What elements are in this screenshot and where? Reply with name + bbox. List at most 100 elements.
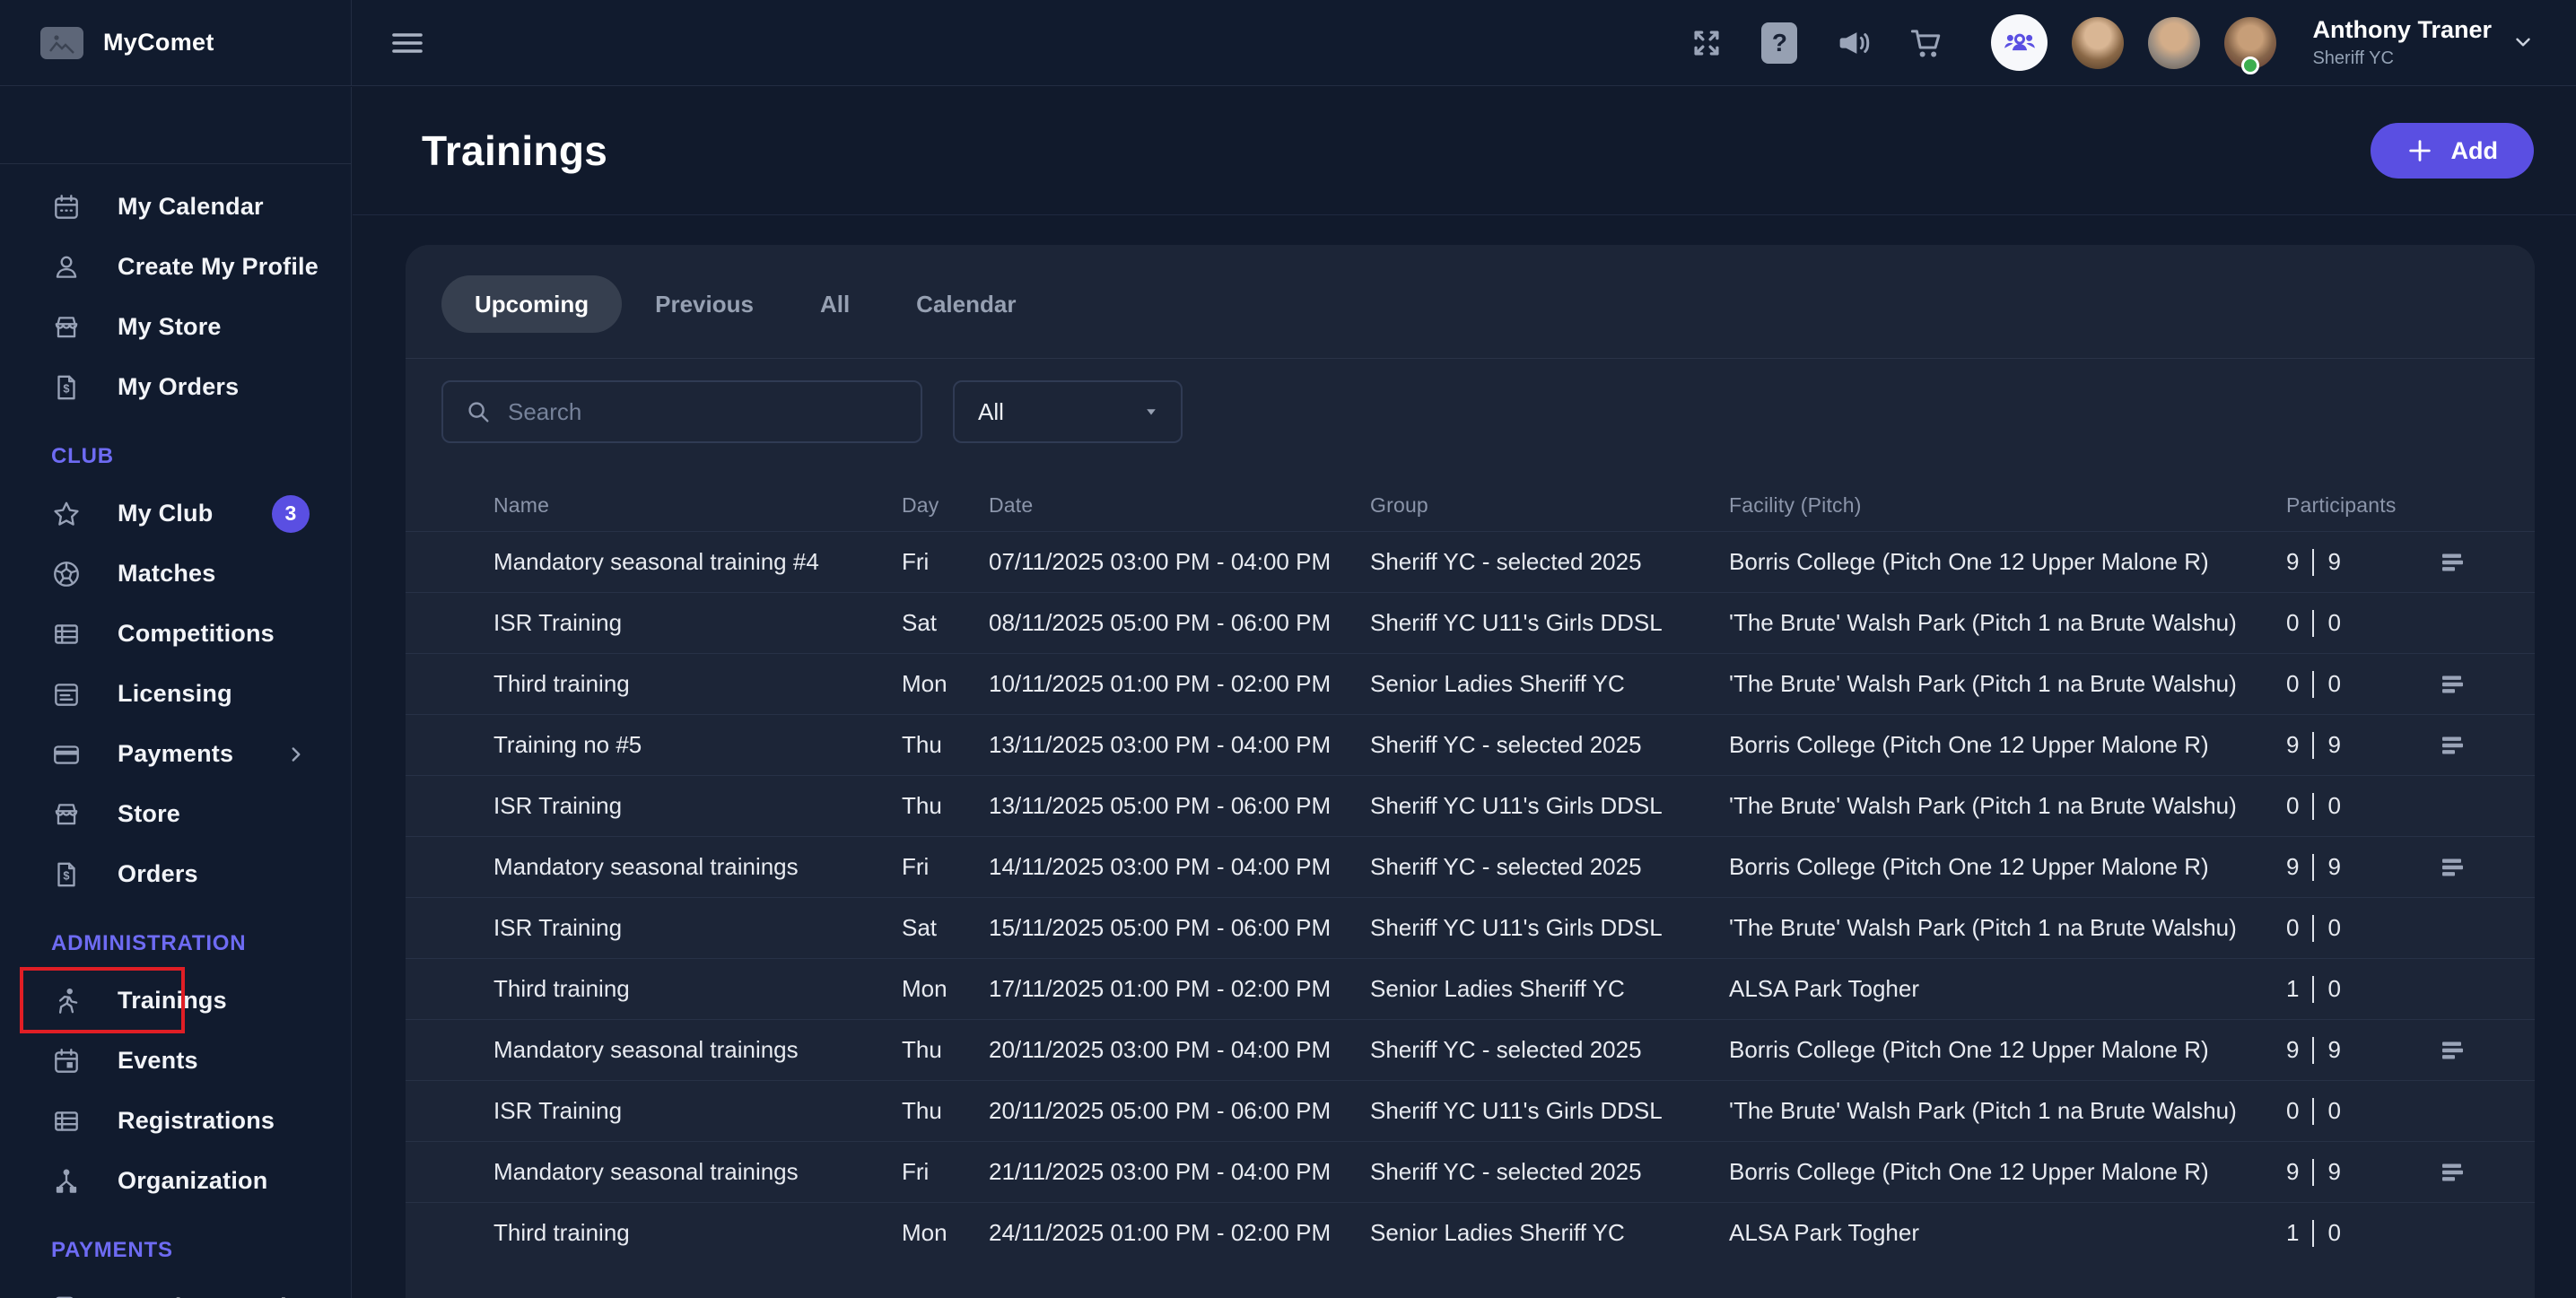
- attendance-list-icon[interactable]: [2439, 1158, 2467, 1187]
- table-row[interactable]: ISR TrainingSat08/11/2025 05:00 PM - 06:…: [406, 592, 2535, 653]
- attendance-list-icon[interactable]: [2439, 1036, 2467, 1065]
- sidebar-item-my-calendar[interactable]: My Calendar: [0, 177, 351, 237]
- trainings-table: NameDayDateGroupFacility (Pitch)Particip…: [406, 479, 2535, 1263]
- user-menu[interactable]: Anthony Traner Sheriff YC: [2312, 16, 2535, 68]
- table-row[interactable]: Mandatory seasonal training #4Fri07/11/2…: [406, 531, 2535, 592]
- tab-all[interactable]: All: [787, 275, 883, 333]
- table-row[interactable]: Third trainingMon17/11/2025 01:00 PM - 0…: [406, 958, 2535, 1019]
- sidebar-item-payments[interactable]: Payments: [0, 724, 351, 784]
- topbar: MyComet ? Anthony Traner Sheriff YC: [0, 0, 2576, 86]
- logo-image-placeholder-icon: [40, 27, 83, 59]
- cell-day: Fri: [902, 1158, 989, 1186]
- participants-confirmed: 9: [2286, 853, 2299, 881]
- table-row[interactable]: Training no #5Thu13/11/2025 03:00 PM - 0…: [406, 714, 2535, 775]
- tab-upcoming[interactable]: Upcoming: [441, 275, 622, 333]
- topbar-actions: ?: [1690, 22, 1944, 64]
- sidebar-item-trainings[interactable]: Trainings: [0, 971, 351, 1031]
- table-body: Mandatory seasonal training #4Fri07/11/2…: [406, 531, 2535, 1263]
- table-row[interactable]: Mandatory seasonal trainingsFri14/11/202…: [406, 836, 2535, 897]
- sidebar-item-label: Organization: [118, 1167, 267, 1195]
- participants-separator: [2312, 1159, 2314, 1186]
- participants-separator: [2312, 1037, 2314, 1064]
- menu-icon[interactable]: [390, 30, 424, 57]
- cell-date: 24/11/2025 01:00 PM - 02:00 PM: [989, 1219, 1370, 1247]
- tab-previous[interactable]: Previous: [622, 275, 787, 333]
- avatar[interactable]: [2148, 17, 2200, 69]
- sidebar-item-my-orders[interactable]: $My Orders: [0, 357, 351, 417]
- brand: MyComet: [0, 0, 352, 85]
- participants-separator: [2312, 793, 2314, 820]
- sidebar-item-events[interactable]: Events: [0, 1031, 351, 1091]
- participants-total: 0: [2327, 1219, 2340, 1247]
- attendance-list-icon[interactable]: [2439, 731, 2467, 760]
- sidebar-item-store[interactable]: Store: [0, 784, 351, 844]
- table-row[interactable]: Mandatory seasonal trainingsThu20/11/202…: [406, 1019, 2535, 1080]
- search-input[interactable]: [508, 398, 921, 426]
- card-icon: [51, 739, 82, 770]
- participants-confirmed: 0: [2286, 1097, 2299, 1125]
- avatar[interactable]: [2224, 17, 2276, 69]
- table-row[interactable]: ISR TrainingThu20/11/2025 05:00 PM - 06:…: [406, 1080, 2535, 1141]
- participants-separator: [2312, 1098, 2314, 1125]
- sidebar-item-label: Trainings: [118, 987, 227, 1015]
- participants-total: 9: [2327, 548, 2340, 576]
- announcements-icon[interactable]: [1835, 25, 1871, 61]
- table-icon: [51, 619, 82, 649]
- help-icon[interactable]: ?: [1761, 22, 1797, 64]
- sidebar-item-merchant-settings[interactable]: Merchant Settings: [0, 1277, 351, 1298]
- cell-group: Sheriff YC - selected 2025: [1370, 1036, 1729, 1064]
- participants-separator: [2312, 915, 2314, 942]
- cell-day: Thu: [902, 1036, 989, 1064]
- cell-day: Sat: [902, 914, 989, 942]
- avatar[interactable]: [2072, 17, 2124, 69]
- store-icon: [51, 312, 82, 343]
- table-row[interactable]: Third trainingMon10/11/2025 01:00 PM - 0…: [406, 653, 2535, 714]
- tab-calendar[interactable]: Calendar: [883, 275, 1049, 333]
- caret-down-icon: [1141, 402, 1161, 422]
- cart-icon[interactable]: [1908, 25, 1944, 61]
- sidebar-item-orders[interactable]: $Orders: [0, 844, 351, 904]
- participants-confirmed: 9: [2286, 1036, 2299, 1064]
- attendance-list-icon[interactable]: [2439, 670, 2467, 699]
- orders-icon: $: [51, 372, 82, 403]
- chevron-down-icon: [2511, 30, 2535, 54]
- add-button[interactable]: Add: [2371, 123, 2534, 179]
- cell-day: Fri: [902, 853, 989, 881]
- cell-participants: 00: [2286, 914, 2439, 942]
- cell-date: 20/11/2025 03:00 PM - 04:00 PM: [989, 1036, 1370, 1064]
- participants-separator: [2312, 976, 2314, 1003]
- sidebar-item-create-my-profile[interactable]: Create My Profile: [0, 237, 351, 297]
- sidebar-item-label: Create My Profile: [118, 253, 319, 281]
- club-switcher-button[interactable]: [1991, 14, 2048, 71]
- type-filter-select[interactable]: All: [953, 380, 1183, 443]
- attendance-list-icon[interactable]: [2439, 548, 2467, 577]
- tabs-divider: [406, 358, 2535, 359]
- table-row[interactable]: Third trainingMon24/11/2025 01:00 PM - 0…: [406, 1202, 2535, 1263]
- attendance-list-icon[interactable]: [2439, 853, 2467, 882]
- cell-day: Mon: [902, 975, 989, 1003]
- cell-facility: 'The Brute' Walsh Park (Pitch 1 na Brute…: [1729, 1097, 2286, 1125]
- sidebar-item-registrations[interactable]: Registrations: [0, 1091, 351, 1151]
- filters: All: [441, 380, 2535, 443]
- table-icon: [51, 1106, 82, 1137]
- cell-name: Training no #5: [493, 731, 902, 759]
- table-row[interactable]: Mandatory seasonal trainingsFri21/11/202…: [406, 1141, 2535, 1202]
- table-row[interactable]: ISR TrainingSat15/11/2025 05:00 PM - 06:…: [406, 897, 2535, 958]
- sidebar-item-my-store[interactable]: My Store: [0, 297, 351, 357]
- cell-day: Thu: [902, 1097, 989, 1125]
- fullscreen-icon[interactable]: [1690, 26, 1724, 60]
- sidebar-item-matches[interactable]: Matches: [0, 544, 351, 604]
- sidebar-item-organization[interactable]: Organization: [0, 1151, 351, 1211]
- cell-name: Mandatory seasonal trainings: [493, 853, 902, 881]
- cell-participants: 10: [2286, 1219, 2439, 1247]
- sidebar-item-competitions[interactable]: Competitions: [0, 604, 351, 664]
- sidebar-item-licensing[interactable]: Licensing: [0, 664, 351, 724]
- cell-group: Sheriff YC - selected 2025: [1370, 548, 1729, 576]
- column-header-participants: Participants: [2286, 493, 2439, 518]
- sidebar-item-my-club[interactable]: My Club3: [0, 483, 351, 544]
- cell-participants: 00: [2286, 792, 2439, 820]
- cell-date: 21/11/2025 03:00 PM - 04:00 PM: [989, 1158, 1370, 1186]
- table-row[interactable]: ISR TrainingThu13/11/2025 05:00 PM - 06:…: [406, 775, 2535, 836]
- cell-name: Mandatory seasonal trainings: [493, 1158, 902, 1186]
- cell-date: 13/11/2025 05:00 PM - 06:00 PM: [989, 792, 1370, 820]
